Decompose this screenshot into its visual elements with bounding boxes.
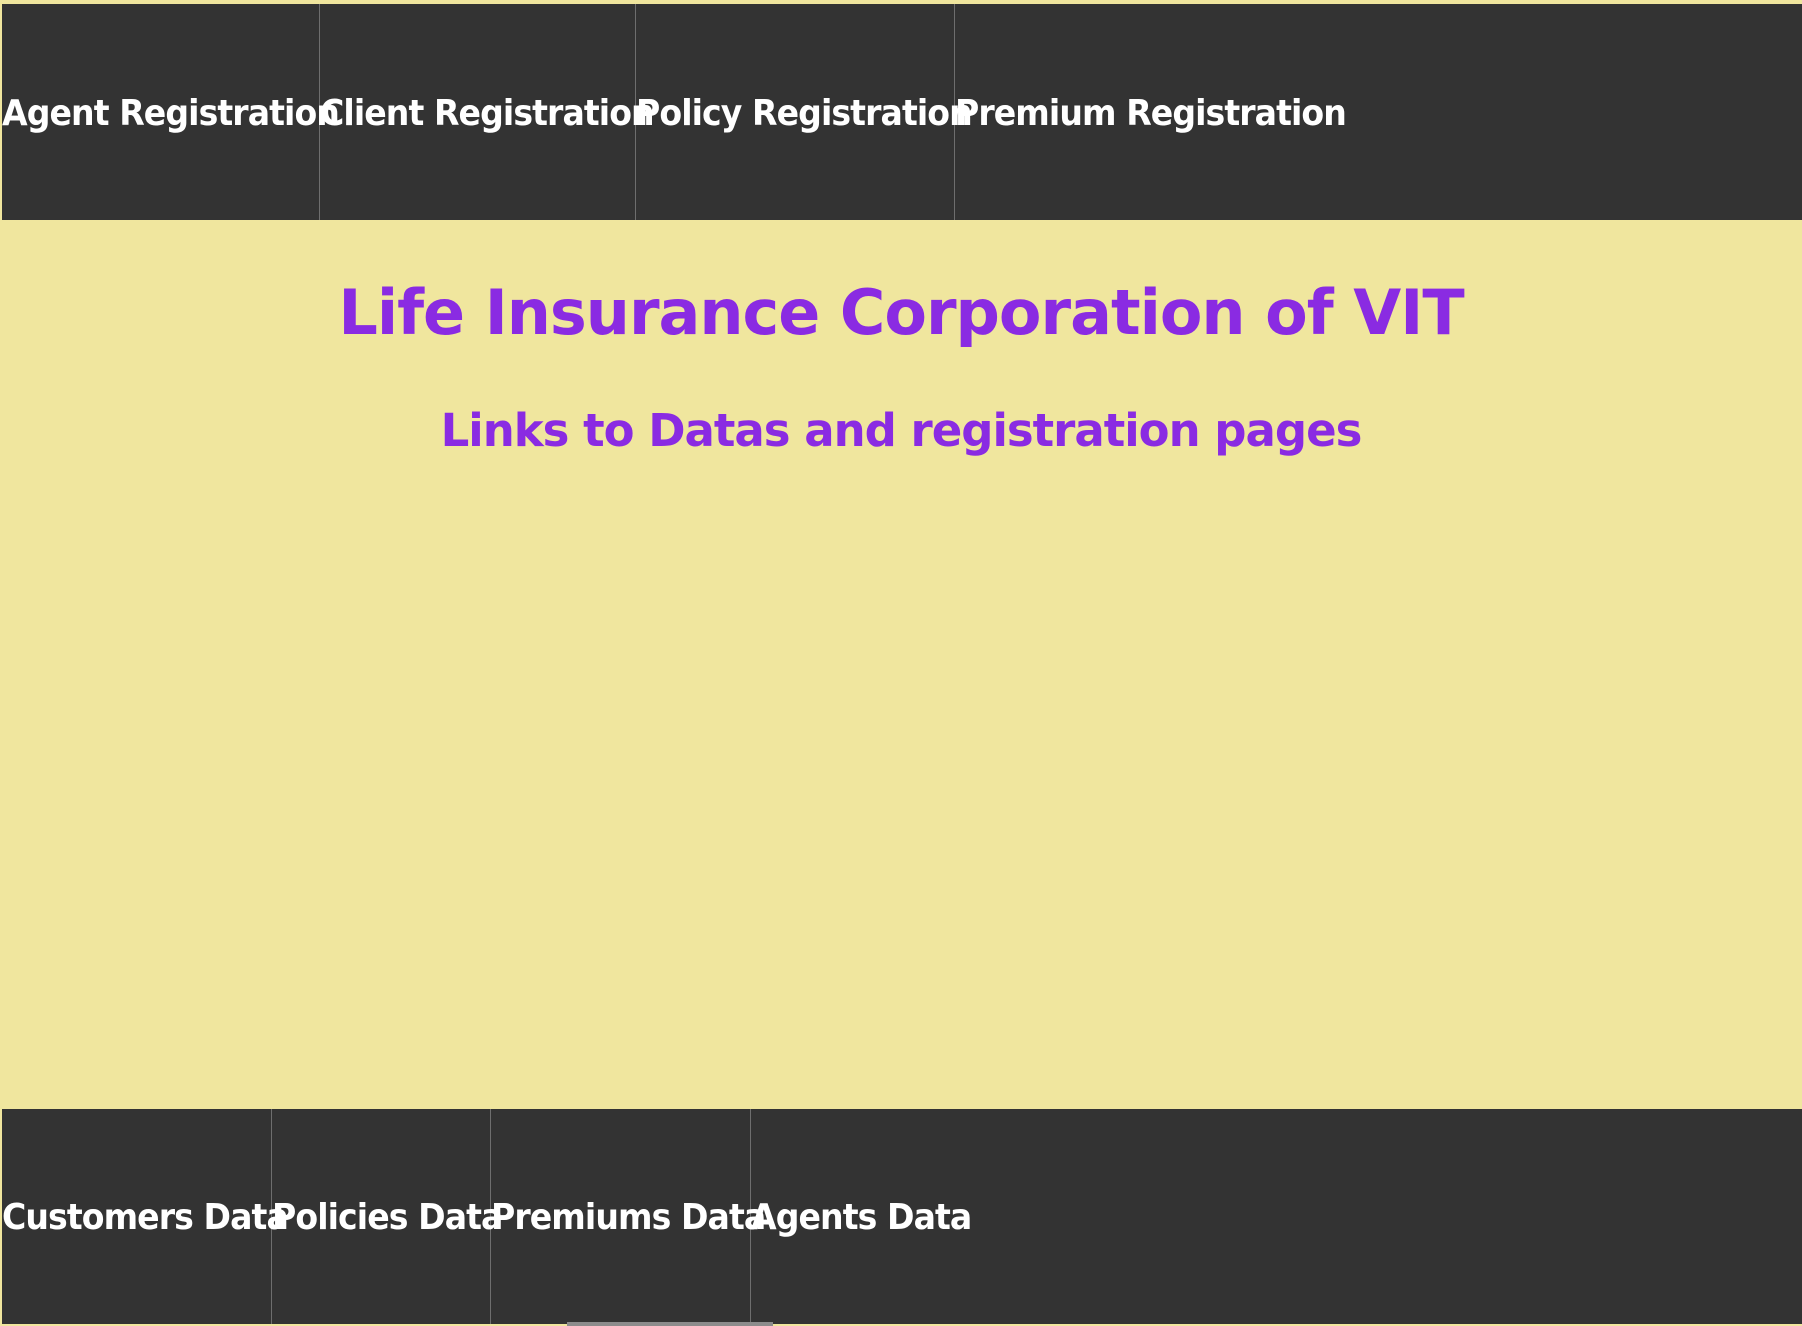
policies-data-link[interactable]: Policies Data (272, 1109, 503, 1324)
nav-cell-policy-registration: Policy Registration (636, 4, 973, 220)
customers-data-link[interactable]: Customers Data (2, 1109, 289, 1324)
nav-cell-client-registration: Client Registration (320, 4, 655, 220)
policy-registration-link[interactable]: Policy Registration (636, 4, 973, 220)
nav-cell-premiums-data: Premiums Data (491, 1109, 766, 1324)
agents-data-link[interactable]: Agents Data (751, 1109, 972, 1324)
premiums-data-link[interactable]: Premiums Data (491, 1109, 766, 1324)
page-subtitle: Links to Datas and registration pages (440, 404, 1363, 457)
nav-cell-customers-data: Customers Data (2, 1109, 289, 1324)
page-title: Life Insurance Corporation of VIT (338, 276, 1464, 349)
registration-navbar: Agent Registration Client Registration P… (2, 4, 1802, 220)
nav-cell-agents-data: Agents Data (751, 1109, 1802, 1324)
client-registration-link[interactable]: Client Registration (320, 4, 655, 220)
nav-cell-premium-registration: Premium Registration (955, 4, 1802, 220)
horizontal-scrollbar[interactable] (567, 1322, 773, 1326)
nav-cell-agent-registration: Agent Registration (2, 4, 340, 220)
agent-registration-link[interactable]: Agent Registration (2, 4, 340, 220)
data-navbar: Customers Data Policies Data Premiums Da… (2, 1109, 1802, 1324)
nav-cell-policies-data: Policies Data (272, 1109, 503, 1324)
premium-registration-link[interactable]: Premium Registration (955, 4, 1347, 220)
